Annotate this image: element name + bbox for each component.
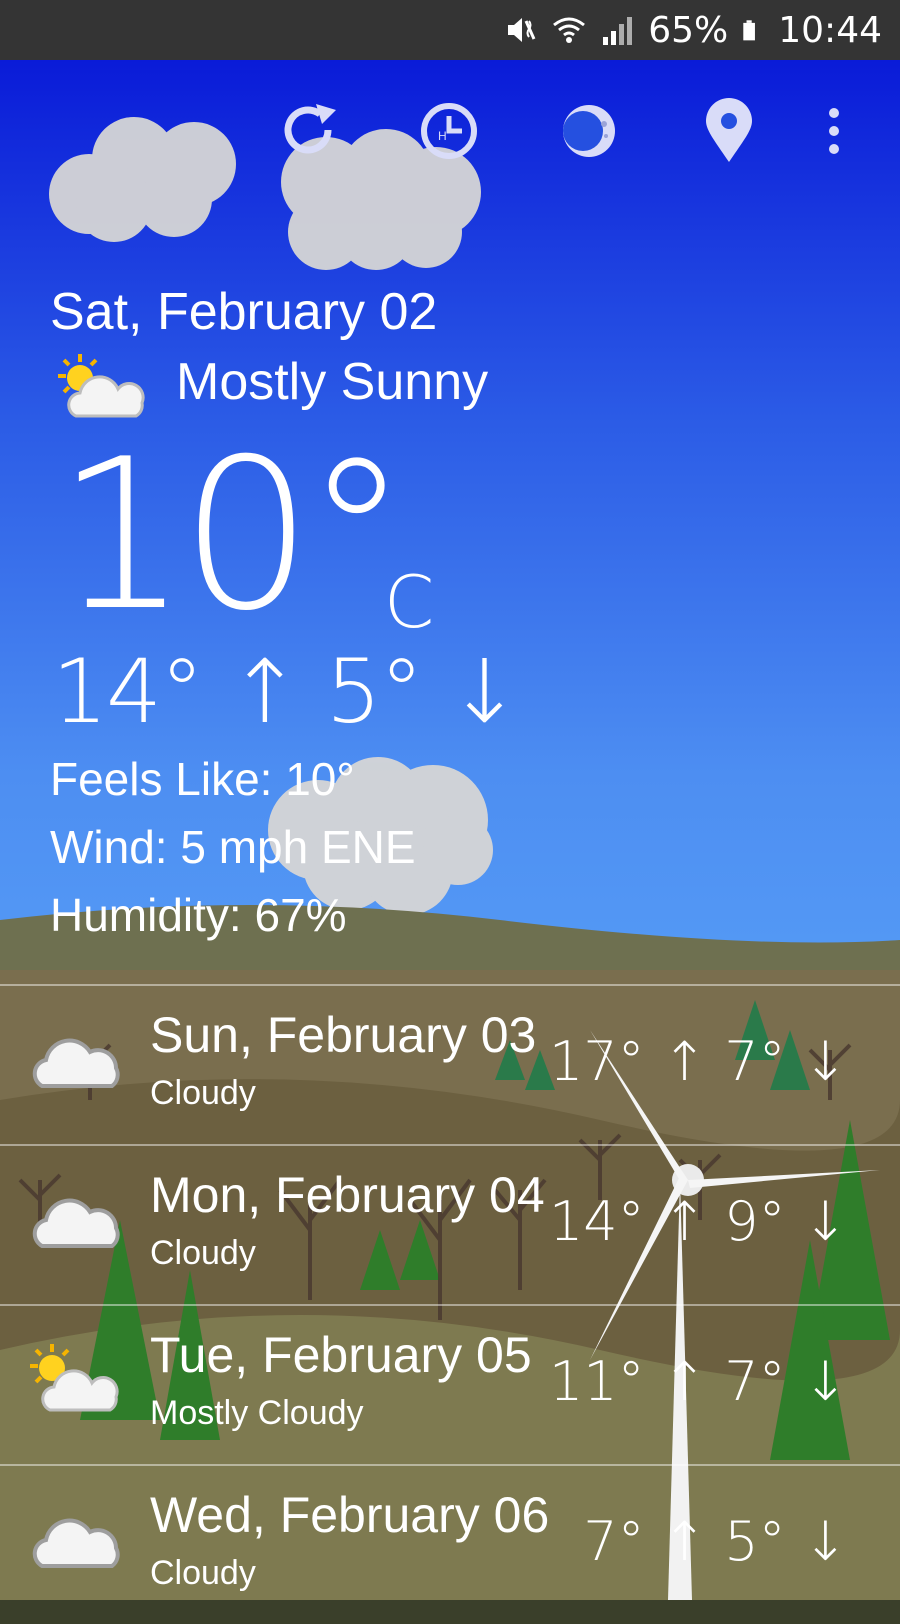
cloudy-icon bbox=[32, 1198, 120, 1248]
forecast-day: Wed, February 06 bbox=[150, 1487, 550, 1543]
forecast-day: Mon, February 04 bbox=[150, 1167, 545, 1223]
moon-phase-button[interactable] bbox=[556, 98, 622, 164]
forecast-condition: Mostly Cloudy bbox=[150, 1394, 364, 1432]
feels-like: Feels Like: 10° bbox=[50, 753, 355, 805]
current-high-low: 14° ↑ 5° ↓ bbox=[52, 640, 521, 743]
temperature-unit: C bbox=[384, 560, 435, 644]
status-bar: 65% 10:44 bbox=[0, 0, 900, 60]
moon-phase-icon bbox=[563, 105, 615, 157]
wifi-icon bbox=[553, 17, 586, 43]
forecast-day: Tue, February 05 bbox=[150, 1327, 532, 1383]
forecast-condition: Cloudy bbox=[150, 1554, 256, 1592]
forecast-high-low: 14° ↑ 9° ↓ bbox=[548, 1190, 848, 1253]
forecast-condition: Cloudy bbox=[150, 1074, 256, 1112]
more-options-button[interactable] bbox=[812, 98, 856, 164]
wind: Wind: 5 mph ENE bbox=[50, 821, 416, 873]
forecast-row[interactable]: Wed, February 06 Cloudy 7° ↑ 5° ↓ bbox=[0, 1466, 900, 1624]
current-temperature: 10° bbox=[56, 415, 409, 657]
humidity: Humidity: 67% bbox=[50, 889, 347, 941]
forecast-condition: Cloudy bbox=[150, 1234, 256, 1272]
forecast-high-low: 7° ↑ 5° ↓ bbox=[583, 1510, 848, 1573]
history-icon: H bbox=[421, 103, 477, 159]
battery-icon bbox=[743, 20, 756, 41]
forecast-row[interactable]: Mon, February 04 Cloudy 14° ↑ 9° ↓ bbox=[0, 1146, 900, 1304]
clock: 10:44 bbox=[778, 9, 882, 51]
forecast-row[interactable]: Tue, February 05 Mostly Cloudy 11° ↑ 7° … bbox=[0, 1306, 900, 1464]
battery-percent: 65% bbox=[648, 9, 729, 51]
cloudy-icon bbox=[32, 1518, 120, 1568]
partly-sunny-icon bbox=[58, 354, 145, 418]
forecast-high-low: 17° ↑ 7° ↓ bbox=[548, 1030, 848, 1093]
current-date: Sat, February 02 bbox=[50, 283, 438, 341]
location-pin-icon bbox=[706, 98, 752, 162]
forecast-row[interactable]: Sun, February 03 Cloudy 17° ↑ 7° ↓ bbox=[0, 986, 900, 1144]
forecast-high-low: 11° ↑ 7° ↓ bbox=[548, 1350, 848, 1413]
decorative-cloud bbox=[49, 117, 236, 242]
more-vert-icon bbox=[829, 108, 839, 154]
mute-vibrate-icon bbox=[508, 18, 536, 42]
cloudy-icon bbox=[32, 1038, 120, 1088]
cell-signal-icon bbox=[603, 17, 633, 45]
history-button[interactable]: H bbox=[416, 98, 482, 164]
forecast-day: Sun, February 03 bbox=[150, 1007, 537, 1063]
refresh-button[interactable] bbox=[276, 98, 342, 164]
svg-text:H: H bbox=[438, 129, 447, 143]
current-condition: Mostly Sunny bbox=[176, 353, 489, 411]
location-button[interactable] bbox=[696, 98, 762, 164]
refresh-icon bbox=[284, 104, 336, 154]
partly-sunny-icon bbox=[30, 1344, 119, 1412]
